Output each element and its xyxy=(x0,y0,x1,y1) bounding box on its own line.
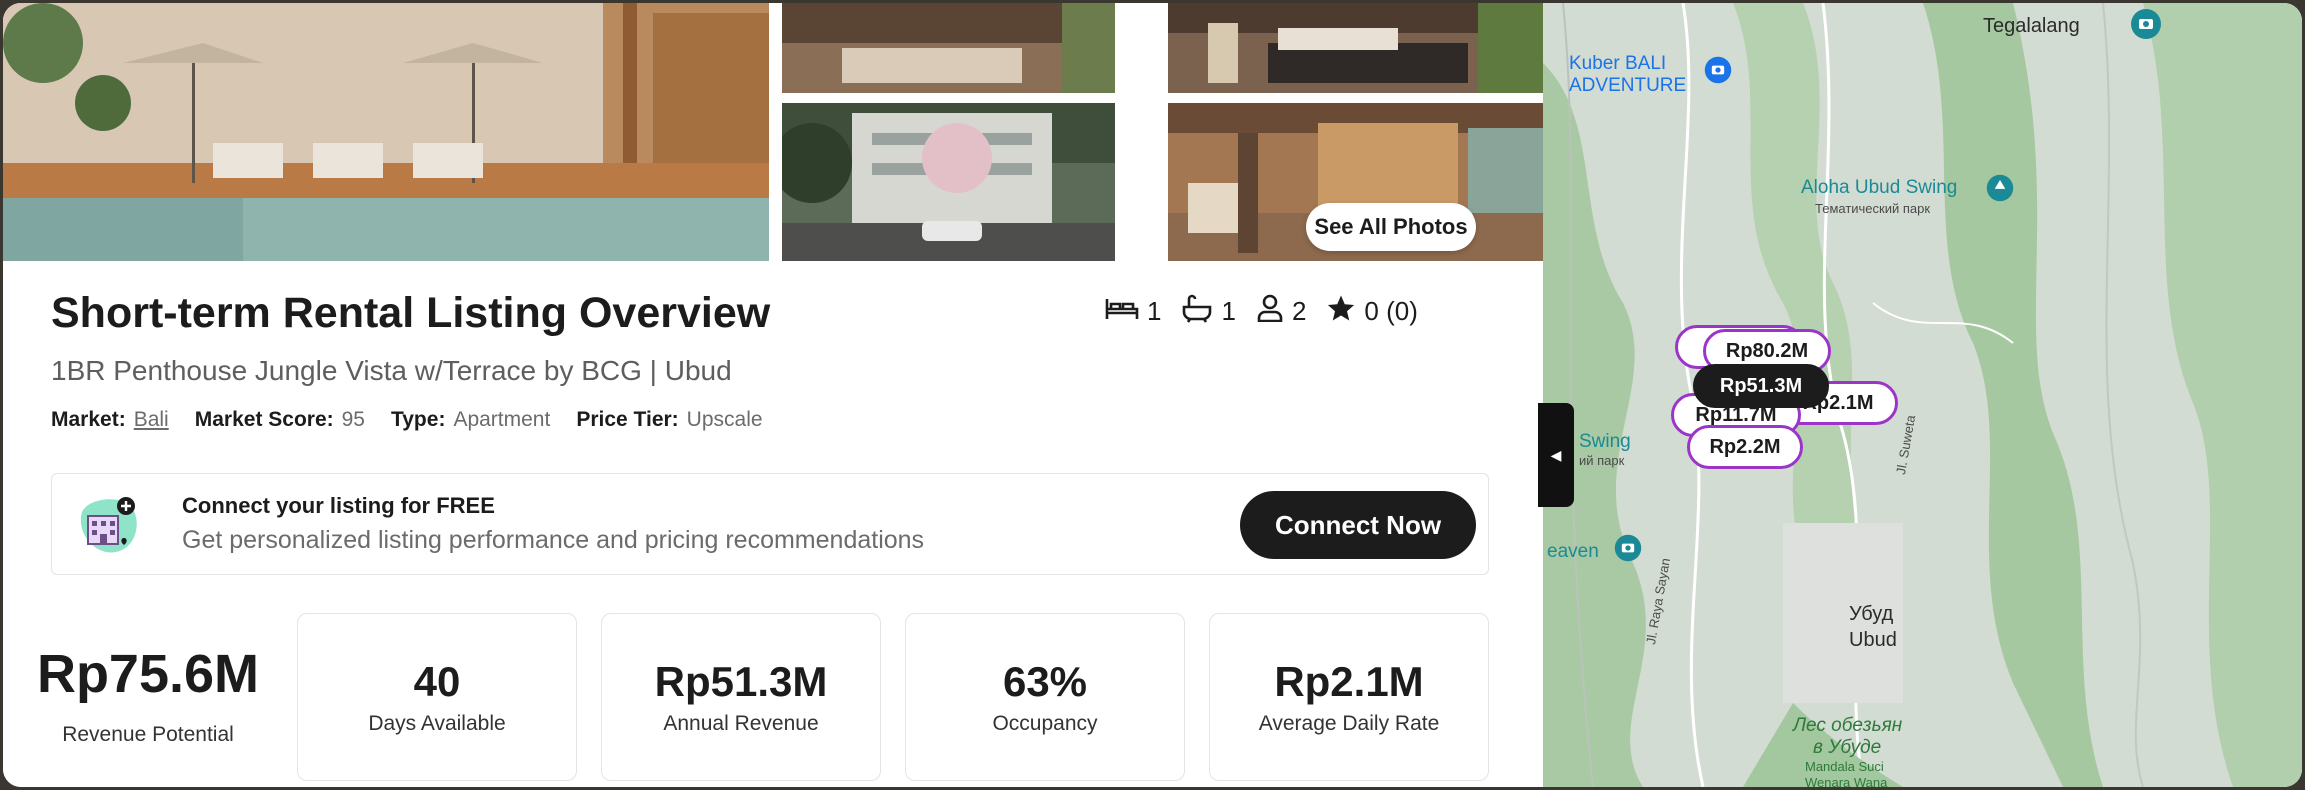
map-label-kuber-2: ADVENTURE xyxy=(1569,75,1687,96)
rating-value: 0 (0) xyxy=(1364,296,1418,326)
map-label-ubud-ru: Убуд xyxy=(1849,603,1894,625)
caret-left-icon: ◀ xyxy=(1550,446,1562,463)
photo-gallery: See All Photos xyxy=(3,3,1543,261)
market-score-label: Market Score: xyxy=(194,408,334,431)
market-link[interactable]: Bali xyxy=(134,408,169,432)
bathtub-icon xyxy=(1181,293,1221,330)
guests-count: 2 xyxy=(1291,296,1307,326)
map-label-aloha-sub: Тематический парк xyxy=(1815,201,1931,216)
kpi-value: Rp51.3M xyxy=(654,658,828,705)
type-label: Type: xyxy=(390,408,446,431)
map-label-forest-2: в Убуде xyxy=(1813,737,1882,758)
map-label-swing-sub: ий парк xyxy=(1579,453,1625,468)
price-pin-active[interactable]: Rp51.3M xyxy=(1693,364,1829,408)
price-pin-bottom[interactable]: Rp2.2M xyxy=(1687,425,1803,469)
connect-now-button[interactable]: Connect Now xyxy=(1240,491,1476,559)
market-label: Market: xyxy=(51,408,126,431)
annual-revenue-card: Rp51.3M Annual Revenue xyxy=(601,613,881,781)
connect-listing-banner: Connect your listing for FREE Get person… xyxy=(51,473,1489,575)
revenue-potential-kpi: Rp75.6M Revenue Potential xyxy=(23,643,273,747)
listing-stats: 1 1 2 0 (0) xyxy=(1105,293,1438,330)
bed-icon xyxy=(1105,295,1147,328)
map-label-forest-1: Лес обезьян xyxy=(1793,715,1903,736)
banner-title: Connect your listing for FREE xyxy=(182,493,495,518)
map-label-heaven: eaven xyxy=(1547,541,1599,562)
see-all-photos-button[interactable]: See All Photos xyxy=(1306,203,1476,251)
map-label-mandala-2: Wenara Wana xyxy=(1805,775,1888,787)
revenue-potential-value: Rp75.6M xyxy=(36,644,260,704)
map-label-mandala-1: Mandala Suci xyxy=(1805,759,1884,774)
person-icon xyxy=(1256,294,1292,329)
bedroom-photo[interactable] xyxy=(782,3,1115,93)
price-tier-label: Price Tier: xyxy=(576,408,679,431)
kpi-label: Occupancy xyxy=(992,712,1098,735)
kpi-value: 40 xyxy=(413,658,461,705)
days-available-card: 40 Days Available xyxy=(297,613,577,781)
collapse-map-button[interactable]: ◀ xyxy=(1538,403,1574,507)
listing-name: 1BR Penthouse Jungle Vista w/Terrace by … xyxy=(51,355,732,386)
bedrooms-stat: 1 xyxy=(1105,295,1161,328)
revenue-potential-label: Revenue Potential xyxy=(62,723,234,746)
map-label-swing: Swing xyxy=(1579,431,1631,452)
main-photo[interactable] xyxy=(3,3,769,261)
map-label-tegalalang: Tegalalang xyxy=(1983,15,2080,37)
star-icon xyxy=(1326,293,1364,330)
camera-icon xyxy=(2129,7,2163,47)
kpi-label: Annual Revenue xyxy=(663,712,819,735)
bathrooms-count: 1 xyxy=(1221,296,1236,326)
kpi-value: Rp2.1M xyxy=(1274,658,1424,705)
building-icon xyxy=(74,492,140,558)
map-view[interactable]: Tegalalang Kuber BALI ADVENTURE Aloha Ub… xyxy=(1543,3,2302,787)
exterior-photo[interactable] xyxy=(782,103,1115,261)
map-terrain xyxy=(1543,3,2302,787)
occupancy-card: 63% Occupancy xyxy=(905,613,1185,781)
page-title: Short-term Rental Listing Overview xyxy=(51,289,771,337)
park-icon xyxy=(1985,173,2015,209)
app-frame: See All Photos Short-term Rental Listing… xyxy=(3,3,2302,787)
banner-subtitle: Get personalized listing performance and… xyxy=(182,526,925,554)
rating-stat: 0 (0) xyxy=(1326,293,1418,330)
map-label-aloha: Aloha Ubud Swing xyxy=(1801,177,1958,198)
map-label-kuber-1: Kuber BALI xyxy=(1569,53,1667,74)
map-label-ubud: Ubud xyxy=(1849,629,1897,651)
guests-stat: 2 xyxy=(1256,294,1306,329)
price-tier-value: Upscale xyxy=(686,408,763,431)
average-daily-rate-card: Rp2.1M Average Daily Rate xyxy=(1209,613,1489,781)
bathrooms-stat: 1 xyxy=(1181,293,1236,330)
kpi-value: 63% xyxy=(1002,658,1088,705)
camera-icon xyxy=(1613,533,1643,569)
kpi-label: Days Available xyxy=(368,712,506,735)
camera-icon xyxy=(1703,55,1733,91)
listing-panel: See All Photos Short-term Rental Listing… xyxy=(3,3,1543,787)
type-value: Apartment xyxy=(453,408,551,431)
market-score-value: 95 xyxy=(341,408,365,431)
kpi-label: Average Daily Rate xyxy=(1258,712,1440,735)
bedrooms-count: 1 xyxy=(1147,296,1162,326)
listing-meta: Market: Bali Market Score: 95 Type: Apar… xyxy=(51,408,789,432)
bedroom-photo-2[interactable] xyxy=(1168,3,1543,93)
